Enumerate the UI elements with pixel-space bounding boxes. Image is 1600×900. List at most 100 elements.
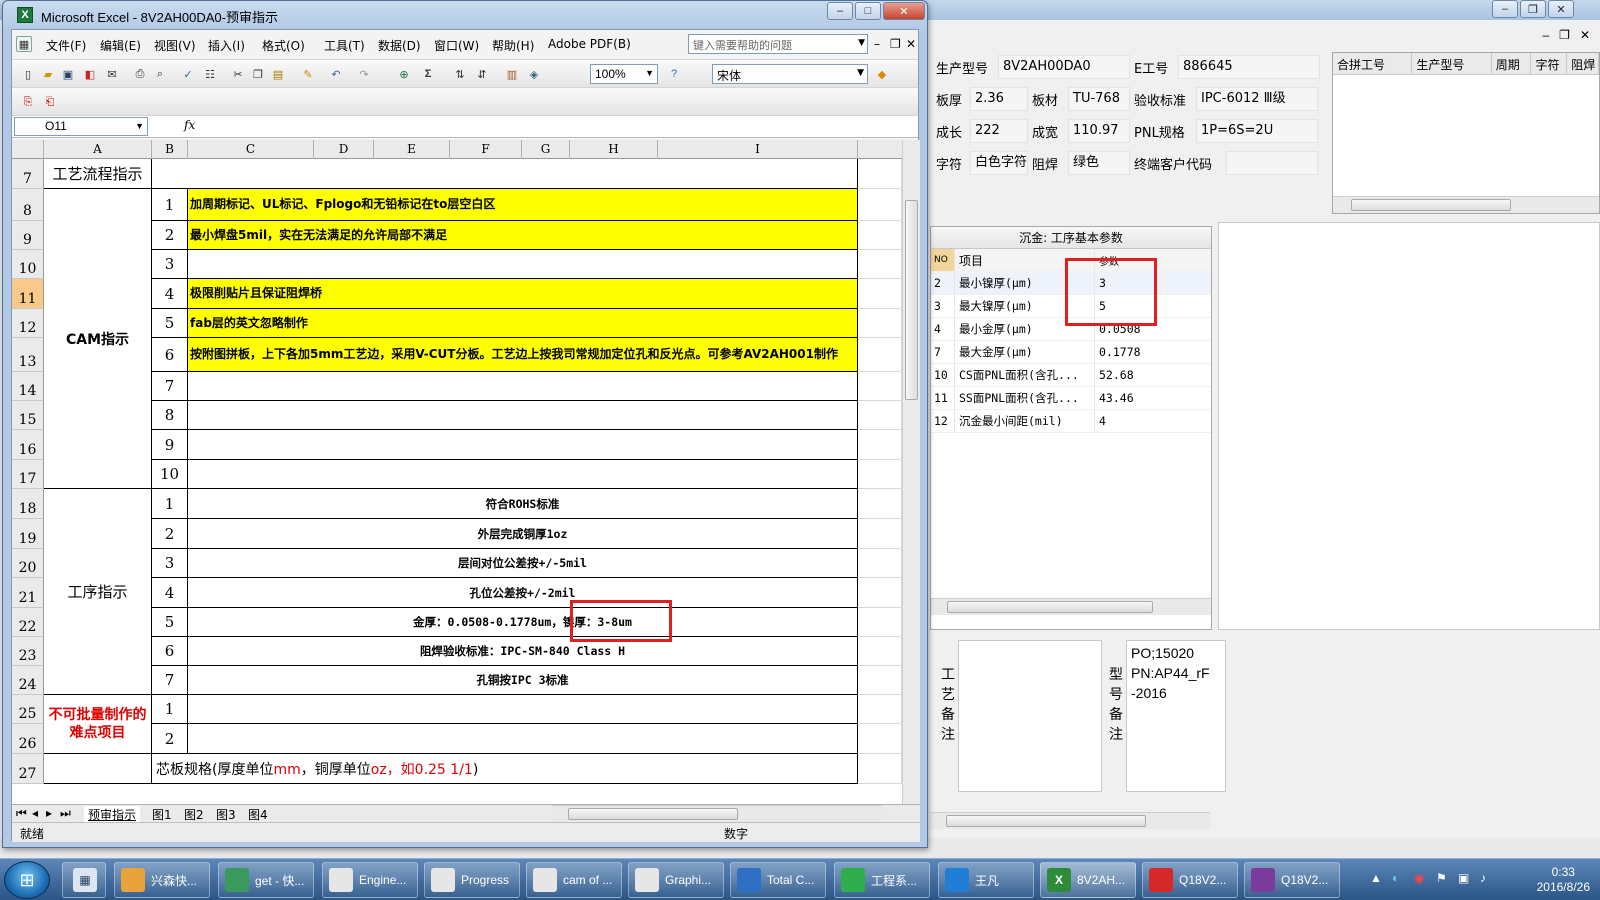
chevron-down-icon[interactable]: ▼ bbox=[857, 68, 864, 78]
cam-item-cell[interactable] bbox=[188, 401, 858, 430]
customer-field[interactable] bbox=[1226, 151, 1318, 175]
empty-cell[interactable] bbox=[858, 754, 902, 784]
taskbar-button[interactable]: Progress bbox=[424, 862, 520, 898]
empty-cell[interactable] bbox=[858, 159, 902, 189]
length-field[interactable]: 222 bbox=[970, 119, 1028, 143]
new-icon[interactable]: ▯ bbox=[20, 66, 36, 82]
help-icon[interactable]: ? bbox=[666, 66, 682, 82]
empty-cell[interactable] bbox=[858, 637, 902, 666]
process-num-cell[interactable]: 4 bbox=[152, 578, 188, 608]
permission-icon[interactable]: ◧ bbox=[82, 66, 98, 82]
cam-num-cell[interactable]: 10 bbox=[152, 460, 188, 489]
copy-icon[interactable]: ❐ bbox=[250, 66, 266, 82]
merge-grid-col[interactable]: 生产型号 bbox=[1412, 53, 1492, 74]
row-header[interactable]: 16 bbox=[12, 430, 44, 460]
row-header[interactable]: 22 bbox=[12, 608, 44, 637]
param-row[interactable]: 11 SS面PNL面积(含孔... 43.46 bbox=[931, 387, 1211, 410]
chevron-down-icon[interactable]: ▼ bbox=[858, 38, 865, 48]
param-col-no[interactable]: NO bbox=[931, 249, 955, 271]
param-col-value[interactable]: 参数 bbox=[1095, 253, 1119, 268]
empty-cell[interactable] bbox=[858, 189, 902, 221]
cam-num-cell[interactable]: 1 bbox=[152, 189, 188, 221]
menu-format[interactable]: 格式(O) bbox=[262, 37, 305, 54]
empty-cell[interactable] bbox=[858, 460, 902, 489]
difficult-num-cell[interactable]: 1 bbox=[152, 695, 188, 724]
mdi-minimize-icon[interactable]: – bbox=[1542, 28, 1549, 42]
cam-num-cell[interactable]: 9 bbox=[152, 430, 188, 460]
mdi-restore-icon[interactable]: ❐ bbox=[1559, 28, 1570, 42]
print-icon[interactable]: ⎙ bbox=[132, 66, 148, 82]
menu-window[interactable]: 窗口(W) bbox=[434, 37, 479, 54]
sort-ascending-icon[interactable]: ⇅ bbox=[452, 66, 468, 82]
empty-cell[interactable] bbox=[858, 489, 902, 519]
empty-cell[interactable] bbox=[858, 279, 902, 309]
char-field[interactable]: 白色字符 bbox=[970, 151, 1028, 175]
tab-figure-1[interactable]: 图1 bbox=[152, 806, 172, 823]
column-header-c[interactable]: C bbox=[188, 140, 314, 159]
workbook-icon[interactable]: ▦ bbox=[16, 36, 32, 52]
cam-item-cell[interactable] bbox=[188, 460, 858, 489]
empty-cell[interactable] bbox=[858, 430, 902, 460]
scroll-thumb[interactable] bbox=[905, 200, 918, 400]
pdf-email-icon[interactable]: ⎗ bbox=[42, 94, 58, 110]
show-desktop-button[interactable]: ▦ bbox=[62, 862, 106, 898]
taskbar-button[interactable]: Total C... bbox=[730, 862, 826, 898]
merge-grid-col[interactable]: 周期 bbox=[1492, 53, 1532, 74]
hyperlink-icon[interactable]: ⊕ bbox=[396, 66, 412, 82]
redo-icon[interactable]: ↷ bbox=[356, 66, 372, 82]
row-header[interactable]: 26 bbox=[12, 724, 44, 754]
model-remark-field[interactable]: PO;15020 PN:AP44_rF -2016 bbox=[1126, 640, 1226, 792]
tab-nav-last-icon[interactable]: ⏭ bbox=[60, 806, 71, 821]
process-item-cell[interactable]: 符合ROHS标准 bbox=[188, 489, 858, 519]
tab-preview-instructions[interactable]: 预审指示 bbox=[84, 806, 141, 823]
param-scrollbar[interactable] bbox=[931, 598, 1211, 615]
spelling-icon[interactable]: ✓ bbox=[180, 66, 196, 82]
minimize-icon[interactable]: – bbox=[1492, 0, 1518, 18]
row-header[interactable]: 12 bbox=[12, 309, 44, 338]
excel-title-bar[interactable]: X Microsoft Excel - 8V2AH00DA0-预审指示 – □ … bbox=[3, 1, 927, 29]
param-row[interactable]: 4 最小金厚(μm) 0.0508 bbox=[931, 318, 1211, 341]
restore-icon[interactable]: ❐ bbox=[1520, 0, 1546, 18]
chevron-down-icon[interactable]: ▼ bbox=[135, 121, 144, 131]
cam-num-cell[interactable]: 5 bbox=[152, 309, 188, 338]
merge-grid-scrollbar[interactable] bbox=[1333, 196, 1599, 213]
row-header[interactable]: 9 bbox=[12, 221, 44, 250]
merge-job-grid[interactable]: 合拼工号 生产型号 周期 字符 阻焊 bbox=[1332, 52, 1600, 214]
taskbar-button[interactable]: Q18V2... bbox=[1244, 862, 1340, 898]
minimize-icon[interactable]: – bbox=[827, 2, 853, 20]
maximize-icon[interactable]: □ bbox=[855, 2, 881, 20]
row-header[interactable]: 24 bbox=[12, 666, 44, 695]
param-row[interactable]: 3 最大镍厚(μm) 5 bbox=[931, 295, 1211, 318]
process-num-cell[interactable]: 3 bbox=[152, 549, 188, 578]
menu-edit[interactable]: 编辑(E) bbox=[100, 37, 141, 54]
process-item-cell[interactable]: 金厚：0.0508-0.1778um，镍厚：3-8um bbox=[188, 608, 858, 637]
tab-nav-next-icon[interactable]: ▸ bbox=[46, 806, 52, 820]
empty-cell[interactable] bbox=[858, 372, 902, 401]
column-header-i[interactable]: I bbox=[658, 140, 858, 159]
taskbar-button[interactable]: Graphi... bbox=[628, 862, 724, 898]
cam-num-cell[interactable]: 3 bbox=[152, 250, 188, 279]
menu-view[interactable]: 视图(V) bbox=[154, 37, 196, 54]
process-num-cell[interactable]: 2 bbox=[152, 519, 188, 549]
font-select[interactable]: 宋体 ▼ bbox=[712, 64, 868, 84]
process-group-cell[interactable]: 工序指示 bbox=[44, 489, 152, 695]
header-blank-cell[interactable] bbox=[152, 159, 858, 189]
start-button[interactable]: ⊞ bbox=[4, 861, 50, 899]
help-search-input[interactable]: 键入需要帮助的问题 ▼ bbox=[688, 34, 868, 54]
function-icon[interactable]: fx bbox=[184, 118, 195, 132]
taskbar-button[interactable]: Engine... bbox=[322, 862, 418, 898]
row-header[interactable]: 17 bbox=[12, 460, 44, 489]
horizontal-scrollbar[interactable] bbox=[552, 805, 882, 822]
cut-icon[interactable]: ✂ bbox=[230, 66, 246, 82]
email-icon[interactable]: ✉ bbox=[104, 66, 120, 82]
cam-item-cell[interactable] bbox=[188, 250, 858, 279]
process-item-cell[interactable]: 孔位公差按+/-2mil bbox=[188, 578, 858, 608]
empty-cell[interactable] bbox=[858, 309, 902, 338]
row-header[interactable]: 7 bbox=[12, 159, 44, 189]
row-header[interactable]: 25 bbox=[12, 695, 44, 724]
paste-icon[interactable]: ▤ bbox=[270, 66, 286, 82]
select-all-corner[interactable] bbox=[12, 140, 44, 159]
merge-grid-col[interactable]: 阻焊 bbox=[1567, 53, 1599, 74]
difficult-group-cell[interactable]: 不可批量制作的难点项目 bbox=[44, 695, 152, 754]
taskbar-button[interactable]: 兴森快... bbox=[114, 862, 210, 898]
